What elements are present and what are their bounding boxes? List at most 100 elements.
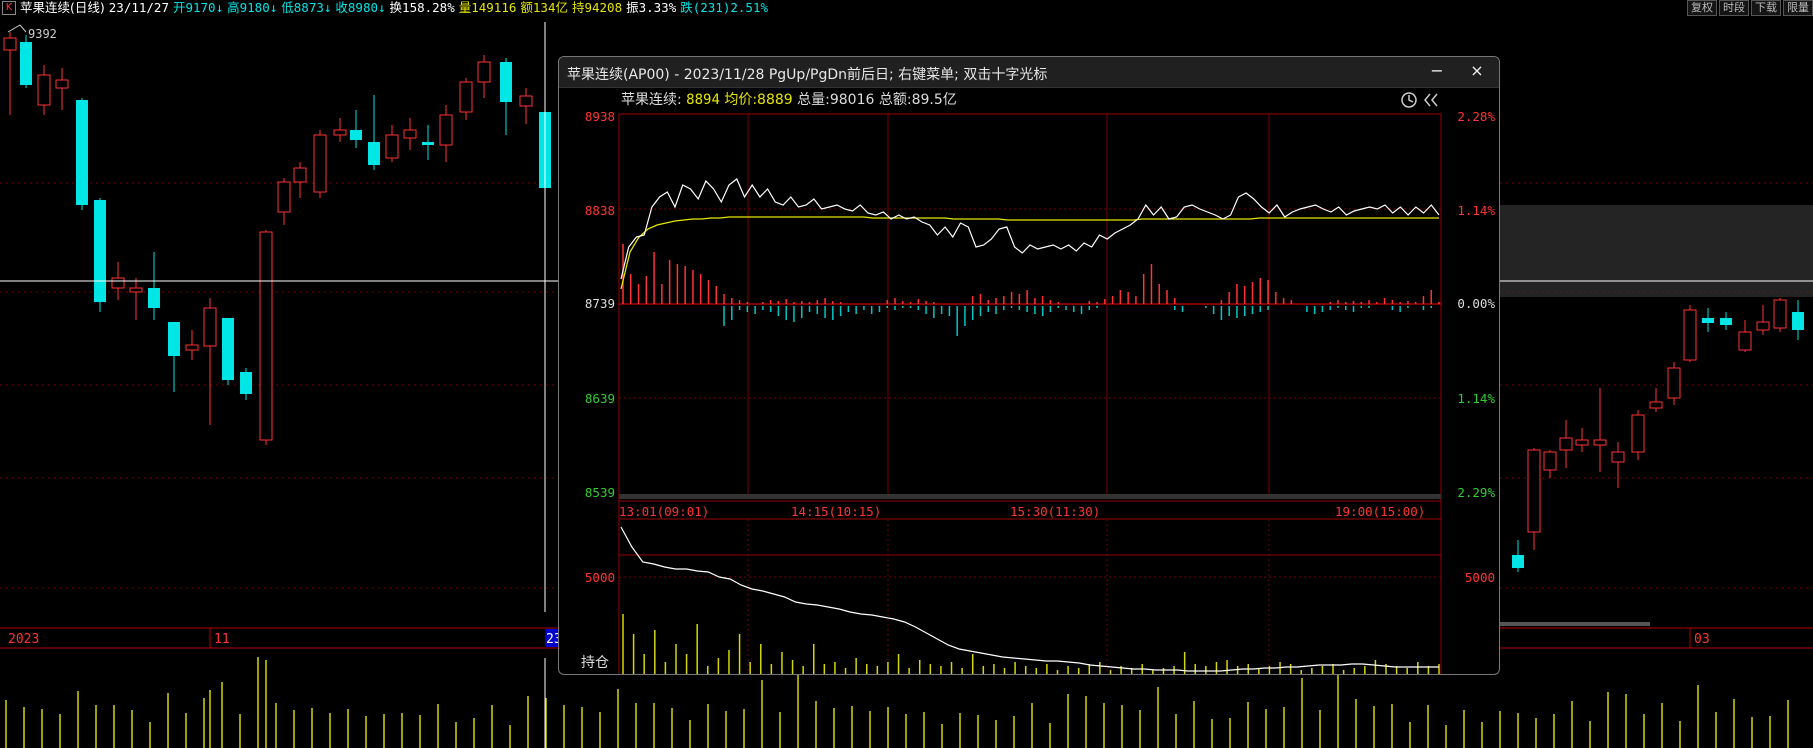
candle: [277, 178, 291, 225]
pct-label-base: 0.00%: [1457, 296, 1495, 311]
candle-body: [1575, 439, 1589, 446]
candle-body: [76, 100, 88, 205]
candle-body: [259, 231, 273, 441]
date-label-2023: 2023: [8, 632, 39, 647]
candle-body: [1683, 309, 1697, 361]
intraday-grid: [619, 114, 1441, 674]
candle: [333, 118, 347, 142]
candle: [129, 278, 143, 320]
candle-body: [168, 322, 180, 356]
candle-body: [333, 129, 347, 136]
candle-body: [222, 318, 234, 380]
candle-body: [313, 134, 327, 193]
candle: [20, 35, 32, 88]
candle: [368, 95, 380, 170]
clock-icon[interactable]: [1401, 92, 1417, 108]
date-label-03: 03: [1694, 632, 1710, 647]
intraday-chart[interactable]: 8938 8838 8739 8639 8539 2.28% 1.14% 0.0…: [559, 57, 1499, 674]
candle: [1512, 540, 1524, 572]
candle: [1756, 305, 1770, 335]
candle-body: [519, 95, 533, 107]
candle: [1667, 362, 1681, 405]
candle: [76, 98, 88, 210]
candle: [94, 198, 106, 312]
candle-body: [111, 277, 125, 289]
candle: [148, 252, 160, 320]
oi-title: 持仓: [581, 655, 609, 671]
candle-body: [1512, 555, 1524, 568]
intraday-popup[interactable]: 苹果连续(AP00) - 2023/11/28 PgUp/PgDn前后日; 右键…: [558, 56, 1500, 675]
candle: [293, 162, 307, 198]
scroll-track[interactable]: [1498, 622, 1650, 626]
price-panel-frame: [618, 113, 1442, 556]
candle: [1792, 300, 1804, 340]
candle: [1559, 420, 1573, 468]
oi-label-right: 5000: [1465, 570, 1495, 585]
candle-body: [1702, 318, 1714, 323]
candle: [168, 322, 180, 392]
time-label-1015: 14:15(10:15): [791, 504, 881, 519]
candle: [37, 65, 51, 115]
candle: [1611, 442, 1625, 488]
candle: [477, 55, 491, 98]
candle-body: [439, 114, 453, 146]
time-label-open: 13:01(09:01): [619, 504, 709, 519]
candle: [1593, 388, 1607, 472]
highlight-band: [1498, 205, 1813, 297]
candle-body: [1559, 437, 1573, 451]
collapse-icon[interactable]: [1424, 93, 1438, 107]
candle-body: [1611, 451, 1625, 463]
candle-body: [403, 129, 417, 139]
candle: [1649, 388, 1663, 412]
open-interest-line: [620, 526, 1439, 672]
candle-body: [1738, 331, 1752, 351]
candle: [55, 68, 69, 110]
candle-body: [94, 200, 106, 302]
candle-body: [129, 287, 143, 293]
candle: [350, 110, 362, 148]
candle: [313, 130, 327, 198]
candle-body: [1593, 439, 1607, 446]
average-price-line: [620, 216, 1439, 290]
pct-label-bottom: 2.29%: [1457, 485, 1495, 500]
candle-body: [1773, 299, 1787, 329]
candle: [1738, 320, 1752, 352]
time-axis-bar: [619, 494, 1441, 499]
candle: [1683, 305, 1697, 362]
candle: [240, 368, 252, 400]
candle: [519, 88, 533, 124]
intraday-volume-bars: [622, 244, 1440, 336]
date-label-11: 11: [214, 632, 230, 647]
candle: [1773, 298, 1787, 332]
candle: [1575, 428, 1589, 452]
candle: [403, 118, 417, 150]
candle: [500, 58, 512, 135]
candle: [185, 330, 199, 360]
time-label-1130: 15:30(11:30): [1010, 504, 1100, 519]
candle-body: [1649, 401, 1663, 409]
candle: [422, 125, 434, 160]
candle-body: [55, 79, 69, 89]
oi-label-left: 5000: [585, 570, 615, 585]
candle-body: [148, 288, 160, 308]
candle-body: [293, 167, 307, 183]
pct-label-upper: 1.14%: [1457, 203, 1495, 218]
candle: [222, 318, 234, 385]
candle-body: [385, 134, 399, 159]
candle: [1543, 450, 1557, 478]
candle: [1702, 308, 1714, 332]
candle-body: [1792, 312, 1804, 330]
price-label-lower: 8639: [585, 391, 615, 406]
candle-body: [1756, 321, 1770, 331]
pct-label-top: 2.28%: [1457, 109, 1495, 124]
pct-label-lower: 1.14%: [1457, 391, 1495, 406]
candle-body: [368, 142, 380, 165]
candle-body: [3, 37, 17, 51]
candle-body: [1667, 367, 1681, 399]
candle-body: [20, 42, 32, 85]
candle: [1527, 448, 1541, 550]
candle-body: [1527, 449, 1541, 533]
candle: [459, 78, 473, 120]
candle-body: [1543, 451, 1557, 471]
candle-body: [37, 74, 51, 106]
